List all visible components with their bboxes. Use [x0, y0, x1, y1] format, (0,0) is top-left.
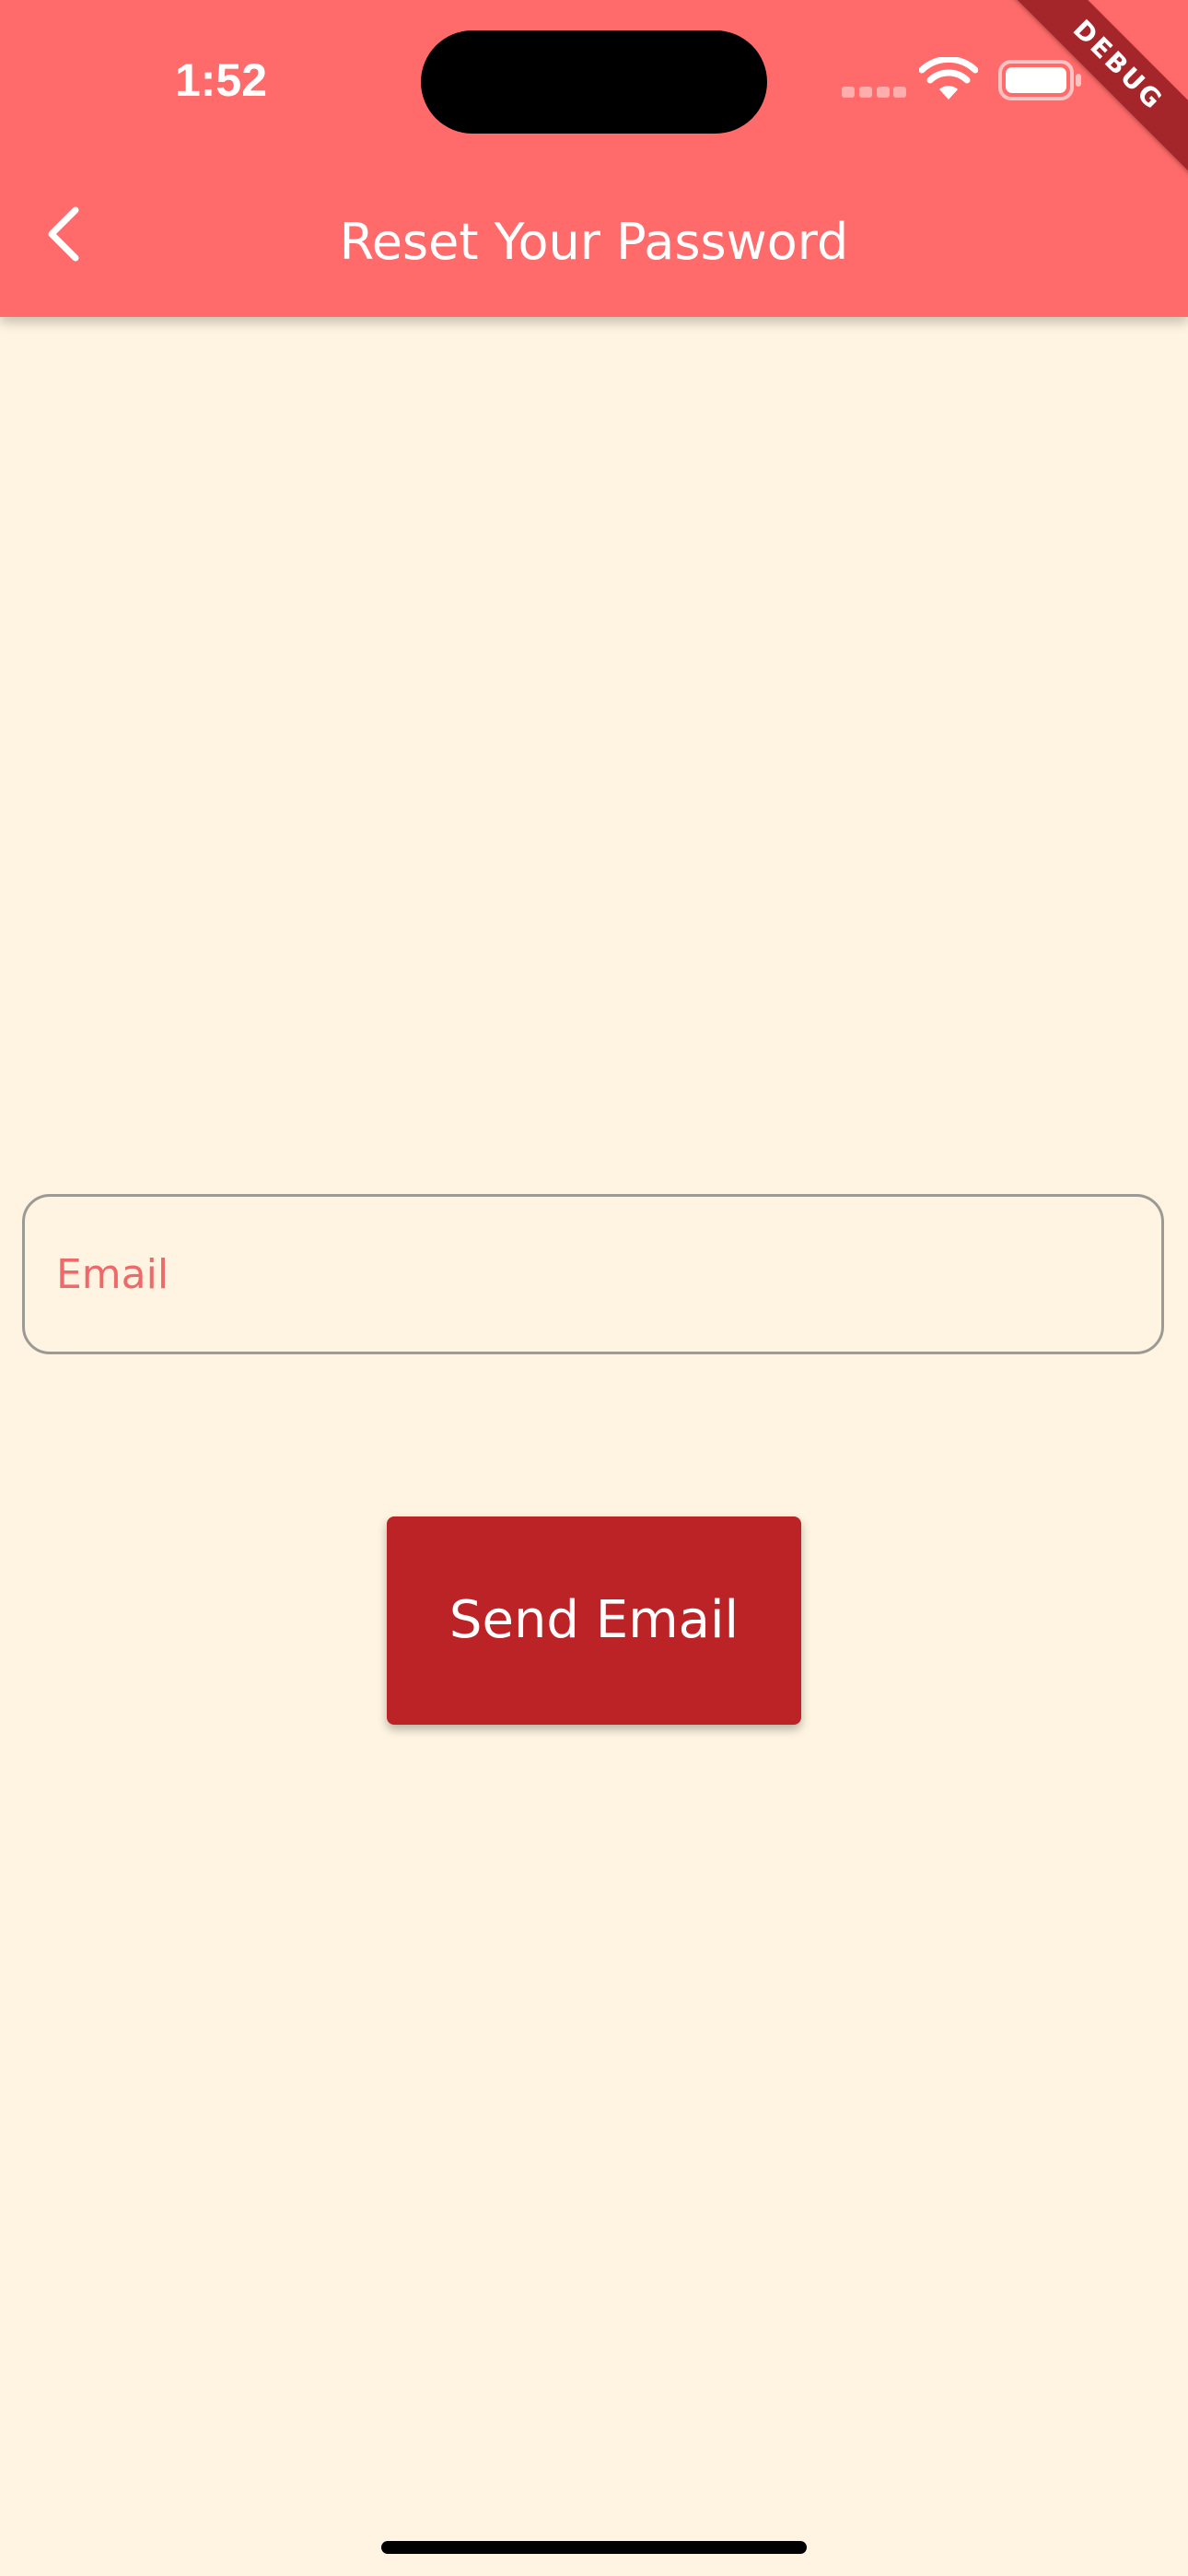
page-title: Reset Your Password	[339, 213, 849, 271]
debug-banner: DEBUG	[1004, 0, 1188, 184]
wifi-icon	[919, 57, 978, 100]
home-indicator	[381, 2541, 807, 2554]
back-button[interactable]	[24, 195, 101, 273]
status-time: 1:52	[174, 54, 268, 106]
cellular-signal-icon	[842, 87, 906, 100]
dynamic-island	[421, 30, 767, 134]
email-field[interactable]	[22, 1194, 1164, 1354]
email-input[interactable]	[56, 1197, 1124, 1352]
send-email-button[interactable]: Send Email	[387, 1516, 801, 1725]
chevron-left-icon	[48, 206, 79, 262]
debug-label: DEBUG	[1004, 0, 1188, 181]
